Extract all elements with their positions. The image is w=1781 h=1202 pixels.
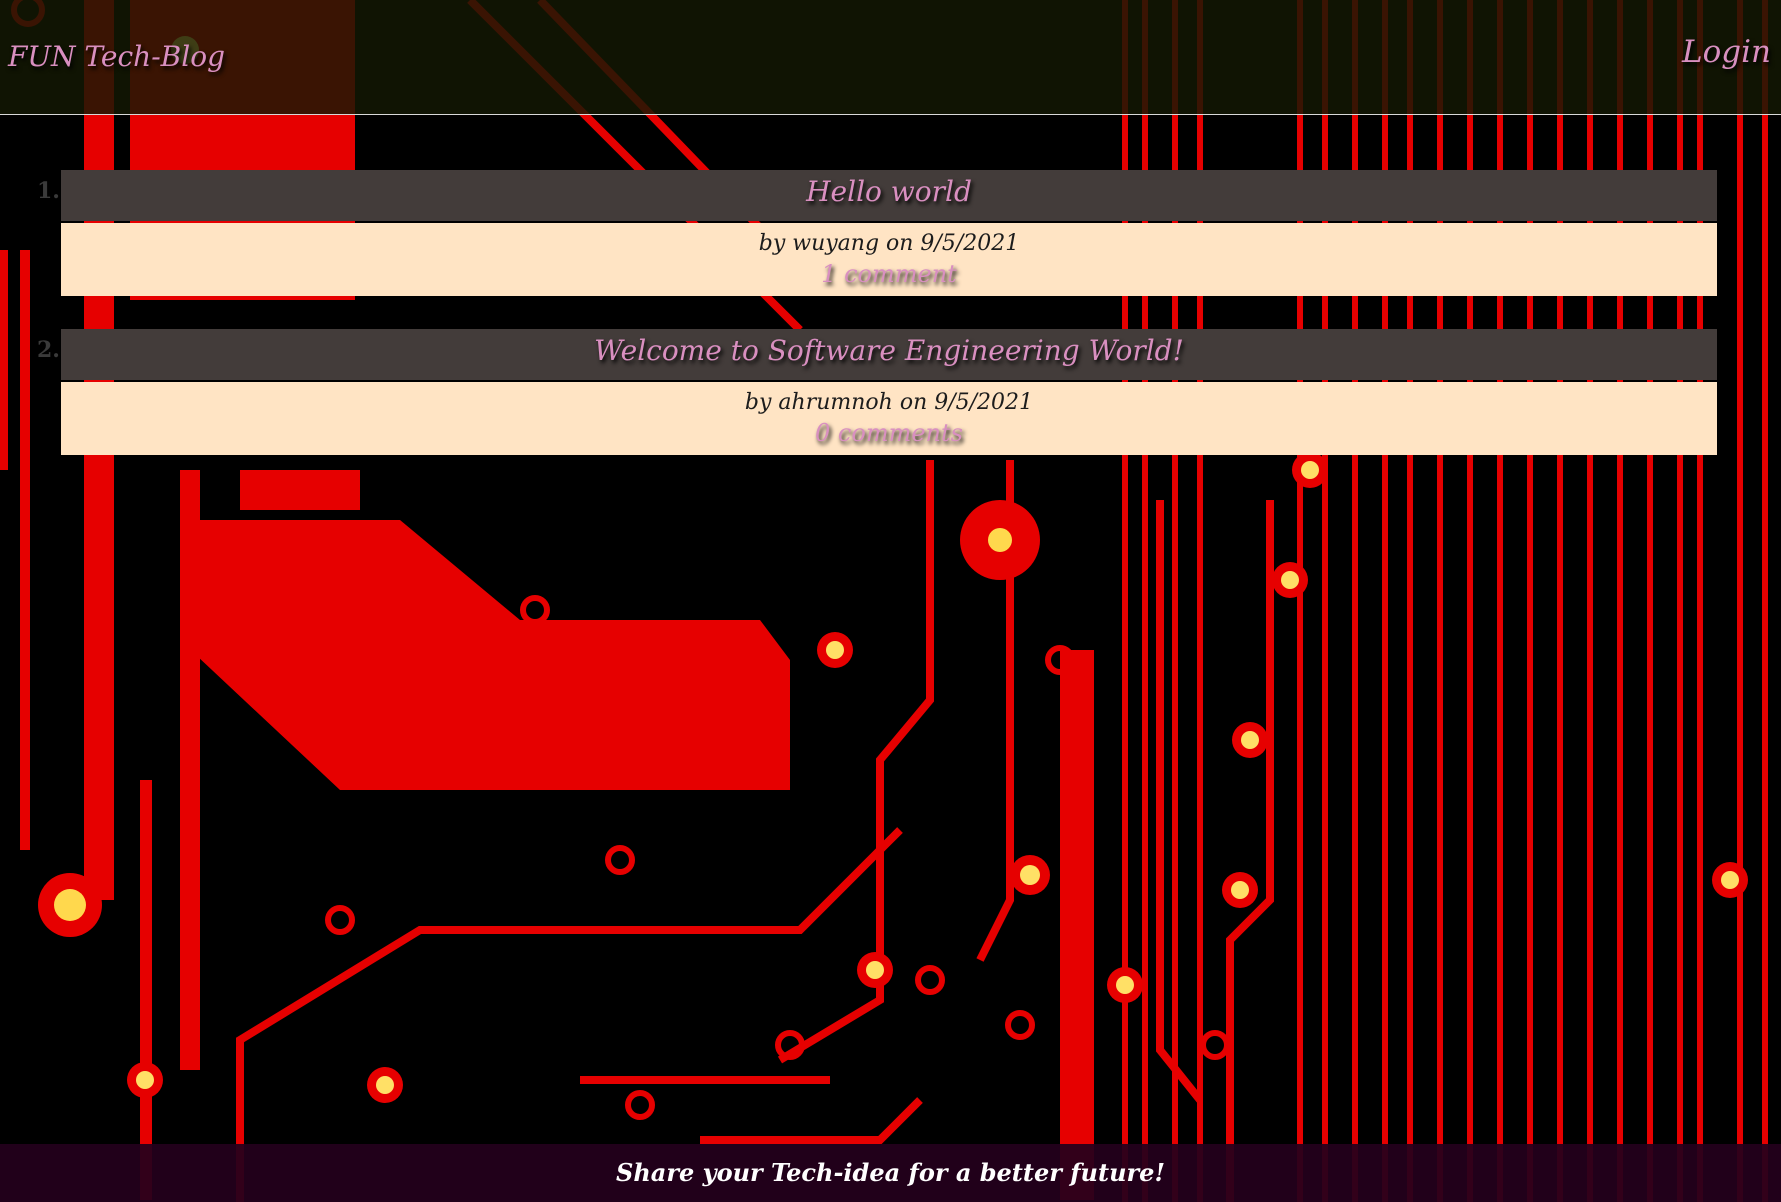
login-link[interactable]: Login [1682, 34, 1771, 70]
post-header: Welcome to Software Engineering World! [61, 329, 1717, 380]
site-header: FUN Tech-Blog Login [0, 0, 1781, 115]
post-title-link[interactable]: Hello world [806, 172, 972, 212]
post-byline: by wuyang on 9/5/2021 [758, 231, 1020, 256]
post-comments-link[interactable]: 0 comments [815, 418, 963, 448]
post-list: 1. Hello world by wuyang on 9/5/2021 1 c… [0, 170, 1781, 455]
post-details: by wuyang on 9/5/2021 1 comment [61, 223, 1717, 296]
post-title-link[interactable]: Welcome to Software Engineering World! [594, 331, 1184, 371]
post-item: 2. Welcome to Software Engineering World… [37, 329, 1717, 455]
post-number: 2. [37, 337, 60, 363]
post-item: 1. Hello world by wuyang on 9/5/2021 1 c… [37, 170, 1717, 296]
post-list-section: 1. Hello world by wuyang on 9/5/2021 1 c… [0, 170, 1781, 488]
post-comments-link[interactable]: 1 comment [821, 259, 957, 289]
post-header: Hello world [61, 170, 1717, 221]
footer-tagline: Share your Tech-idea for a better future… [616, 1158, 1165, 1187]
post-details: by ahrumnoh on 9/5/2021 0 comments [61, 382, 1717, 455]
site-footer: Share your Tech-idea for a better future… [0, 1144, 1781, 1202]
post-number: 1. [37, 178, 60, 204]
post-byline: by ahrumnoh on 9/5/2021 [744, 390, 1034, 415]
brand-link[interactable]: FUN Tech-Blog [8, 40, 225, 73]
